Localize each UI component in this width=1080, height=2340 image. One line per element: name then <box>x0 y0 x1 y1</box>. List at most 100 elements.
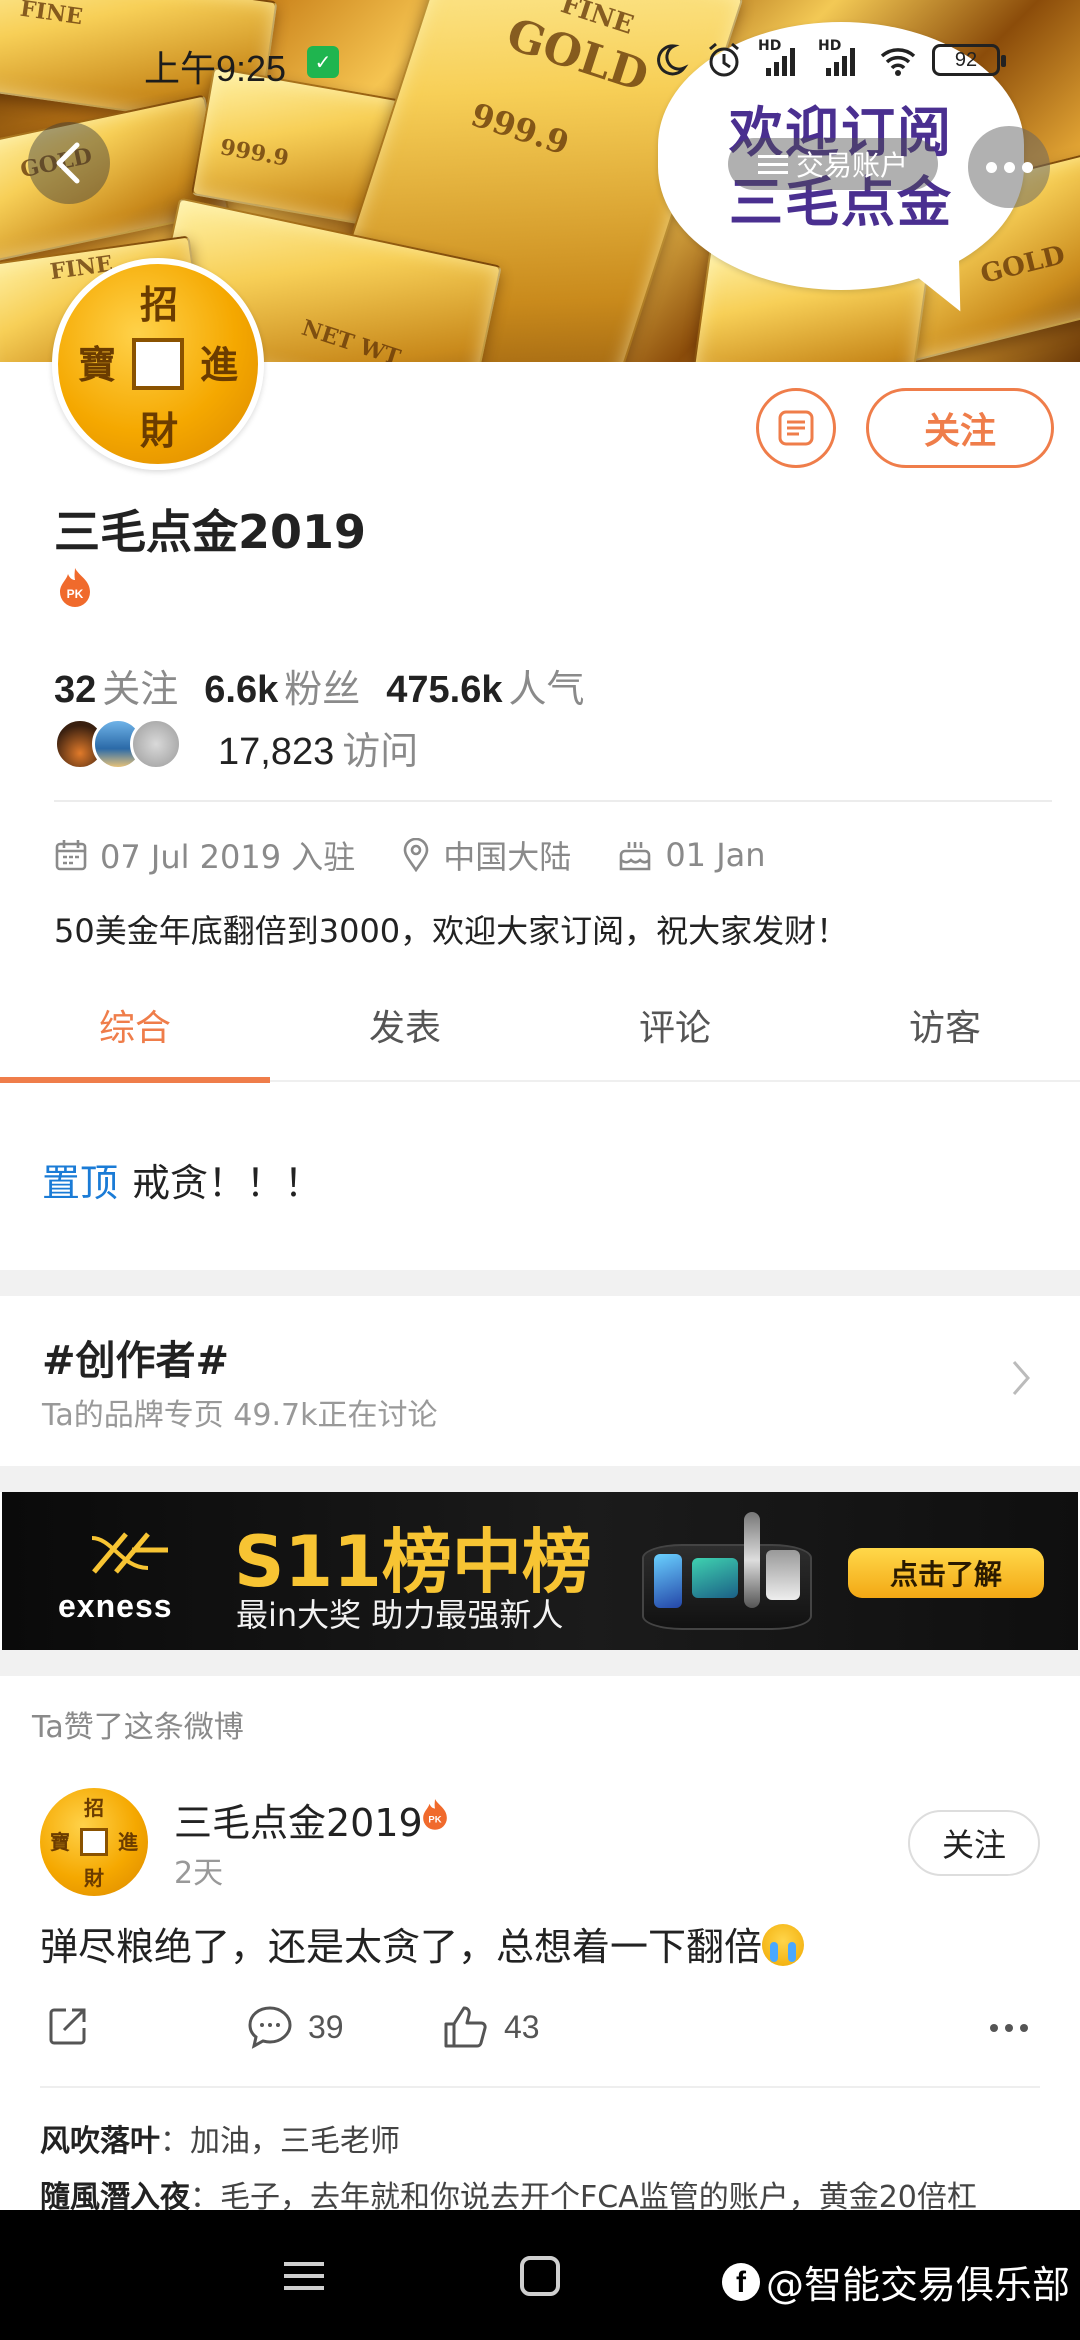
stat-value: 475.6k <box>386 669 503 711</box>
visitor-avatars[interactable] <box>54 718 182 770</box>
profile-avatar[interactable]: 招 進 財 寶 <box>52 258 264 470</box>
avatar-char: 招 <box>140 282 179 327</box>
stat-label: 关注 <box>102 667 179 711</box>
like-button[interactable]: 43 <box>442 2004 540 2050</box>
dot-icon <box>990 2024 998 2032</box>
creator-topic-card[interactable]: #创作者# Ta的品牌专页 49.7k正在讨论 <box>0 1296 1080 1466</box>
signal-icon: HD <box>818 38 864 80</box>
chevron-left-icon <box>56 142 80 184</box>
profile-bio: 50美金年底翻倍到3000，欢迎大家订阅，祝大家发财！ <box>54 912 849 950</box>
tab-posts[interactable]: 发表 <box>270 990 540 1080</box>
visit-value: 17,823 <box>218 731 335 773</box>
follow-button[interactable]: 关注 <box>866 388 1054 468</box>
exness-logo: exness <box>58 1588 173 1624</box>
visit-count[interactable]: 17,823 访问 <box>218 720 418 775</box>
more-options-button[interactable] <box>968 126 1050 208</box>
stat-label: 粉丝 <box>284 667 361 711</box>
ad-device-image <box>744 1512 760 1608</box>
menu-icon <box>757 154 788 174</box>
ad-device-image <box>654 1554 682 1608</box>
stat-fans[interactable]: 6.6k 粉丝 <box>204 658 360 713</box>
post-text: 弹尽粮绝了，还是太贪了，总想着一下翻倍 <box>40 1925 763 1969</box>
tab-overview[interactable]: 综合 <box>0 990 270 1083</box>
watermark-text: @智能交易俱乐部 <box>766 2263 1071 2307</box>
share-button[interactable] <box>46 2004 90 2048</box>
ad-subtitle: 最in大奖 助力最强新人 <box>236 1596 564 1634</box>
avatar-char: 寶 <box>50 1830 70 1854</box>
post-time: 2天 <box>174 1856 224 1891</box>
exness-ad-banner[interactable]: exness S11榜中榜 最in大奖 助力最强新人 点击了解 <box>2 1492 1078 1650</box>
pinned-text: 戒贪！！！ <box>132 1161 323 1205</box>
birthday: 01 Jan <box>665 836 766 874</box>
post-author-avatar[interactable]: 招 進 財 寶 <box>40 1788 148 1896</box>
trading-account-label: 交易账户 <box>795 149 908 182</box>
section-separator <box>0 1466 1080 1492</box>
comment-text: ：加油，三毛老师 <box>160 2124 400 2159</box>
post-more-button[interactable] <box>990 2024 1028 2032</box>
stat-following[interactable]: 32 关注 <box>54 658 178 713</box>
location: 中国大陆 <box>443 838 572 876</box>
recent-apps-button[interactable] <box>284 2262 324 2290</box>
alarm-icon <box>709 42 739 77</box>
section-separator <box>0 1650 1080 1676</box>
svg-text:PK: PK <box>428 1815 441 1826</box>
back-button[interactable] <box>28 122 110 204</box>
system-nav-bar: f @智能交易俱乐部 <box>0 2210 1080 2340</box>
avatar-char: 進 <box>118 1830 138 1854</box>
post-follow-button[interactable]: 关注 <box>908 1810 1040 1876</box>
exness-logo-icon <box>91 1532 168 1574</box>
status-time: 上午9:25 <box>144 48 287 89</box>
ad-device-image <box>766 1550 800 1600</box>
comment-button[interactable]: 39 <box>246 2004 344 2050</box>
post-actions: 39 43 <box>0 1996 1080 2062</box>
crying-emoji-icon <box>762 1924 805 1966</box>
pinned-tag: 置顶 <box>42 1161 119 1205</box>
like-count: 43 <box>504 2008 540 2045</box>
pinned-post[interactable]: 置顶 戒贪！！！ <box>42 1152 322 1207</box>
liked-post-label: Ta赞了这条微博 <box>32 1710 244 1745</box>
dot-icon <box>1021 161 1033 173</box>
topic-subtitle: Ta的品牌专页 49.7k正在讨论 <box>42 1398 438 1433</box>
visit-label: 访问 <box>342 729 419 773</box>
divider <box>40 2086 1040 2088</box>
dot-icon <box>1003 161 1015 173</box>
signal-icon: HD <box>758 38 804 80</box>
section-separator <box>0 1270 1080 1296</box>
comment-icon <box>248 2006 292 2049</box>
birthday-cake-icon <box>620 842 651 871</box>
tab-visitors[interactable]: 访客 <box>810 990 1080 1080</box>
chevron-right-icon <box>1012 1361 1030 1395</box>
tab-comments[interactable]: 评论 <box>540 990 810 1080</box>
shield-icon: ✓ <box>307 46 339 78</box>
avatar-char: 財 <box>84 1866 104 1890</box>
visitor-avatar <box>130 718 182 770</box>
profile-name: 三毛点金2019 <box>54 505 367 559</box>
message-button[interactable] <box>756 388 836 468</box>
dot-icon <box>985 161 997 173</box>
home-button[interactable] <box>520 2256 560 2296</box>
thumbs-up-icon <box>444 2006 487 2048</box>
battery-icon: 92 <box>932 44 1006 76</box>
stat-label: 人气 <box>508 667 585 711</box>
divider <box>54 800 1052 802</box>
pk-fire-badge-icon[interactable]: PK <box>56 566 94 608</box>
stat-popularity[interactable]: 475.6k 人气 <box>386 658 584 713</box>
coin-square-hole <box>80 1828 108 1856</box>
comment-preview[interactable]: 风吹落叶：加油，三毛老师 <box>40 2116 400 2160</box>
svg-text:PK: PK <box>67 587 84 601</box>
trading-account-pill[interactable]: 交易账户 <box>728 138 938 190</box>
ad-cta-button[interactable]: 点击了解 <box>848 1548 1044 1598</box>
comment-count: 39 <box>308 2008 344 2045</box>
profile-meta: 07 Jul 2019 入驻 中国大陆 01 Jan <box>54 832 766 878</box>
avatar-char: 招 <box>84 1796 104 1820</box>
stat-value: 32 <box>54 669 97 711</box>
comment-user: 风吹落叶 <box>40 2124 160 2159</box>
moon-icon <box>657 44 689 76</box>
topic-title: #创作者# <box>42 1338 230 1384</box>
profile-stats: 32 关注 6.6k 粉丝 475.6k 人气 <box>54 658 585 713</box>
post-author-name[interactable]: 三毛点金2019 <box>174 1792 423 1847</box>
avatar-char: 寶 <box>78 342 117 387</box>
coin-square-hole <box>132 338 184 390</box>
post-content[interactable]: 弹尽粮绝了，还是太贪了，总想着一下翻倍 <box>40 1916 805 1971</box>
facebook-icon: f <box>722 2262 760 2301</box>
